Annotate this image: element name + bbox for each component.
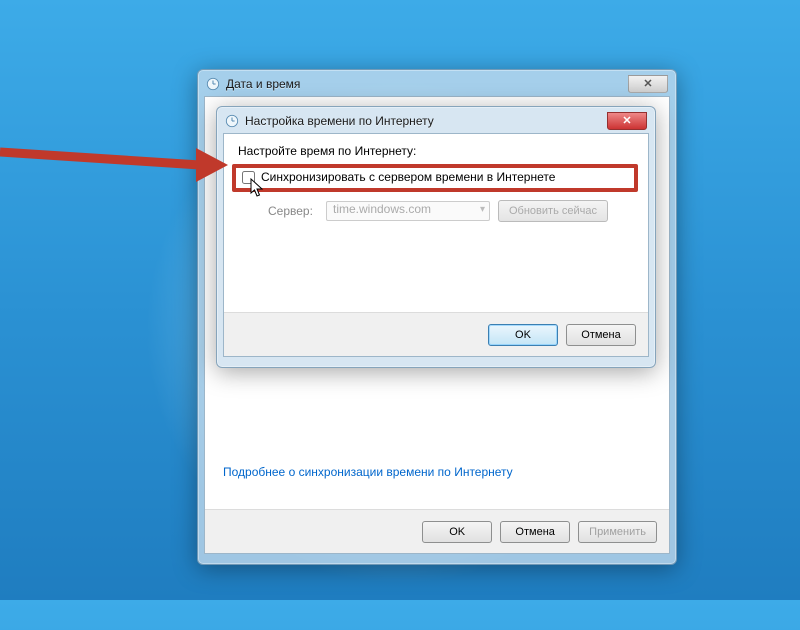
parent-titlebar[interactable]: Дата и время ✕: [204, 76, 670, 96]
dialog-title: Настройка времени по Интернету: [245, 114, 601, 128]
parent-ok-button[interactable]: OK: [422, 521, 492, 543]
dialog-ok-button[interactable]: OK: [488, 324, 558, 346]
dialog-button-bar: OK Отмена: [224, 312, 648, 356]
sync-checkbox-label: Синхронизировать с сервером времени в Ин…: [261, 170, 555, 184]
parent-title: Дата и время: [226, 77, 622, 91]
clock-icon: [206, 77, 220, 91]
clock-icon: [225, 114, 239, 128]
server-label: Сервер:: [268, 204, 318, 218]
close-icon: ✕: [643, 79, 652, 90]
dialog-cancel-button[interactable]: Отмена: [566, 324, 636, 346]
parent-close-button[interactable]: ✕: [628, 75, 668, 93]
dialog-titlebar[interactable]: Настройка времени по Интернету ✕: [223, 113, 649, 133]
parent-apply-button[interactable]: Применить: [578, 521, 657, 543]
close-icon: ✕: [622, 116, 631, 127]
update-now-button[interactable]: Обновить сейчас: [498, 200, 608, 222]
parent-cancel-button[interactable]: Отмена: [500, 521, 570, 543]
sync-help-link[interactable]: Подробнее о синхронизации времени по Инт…: [223, 465, 513, 479]
server-row: Сервер: time.windows.com Обновить сейчас: [268, 200, 608, 222]
dialog-instruction: Настройте время по Интернету:: [238, 144, 416, 158]
internet-time-settings-dialog: Настройка времени по Интернету ✕ Настрой…: [216, 106, 656, 368]
dialog-client-area: Настройте время по Интернету: Синхронизи…: [223, 133, 649, 357]
dialog-close-button[interactable]: ✕: [607, 112, 647, 130]
server-dropdown[interactable]: time.windows.com: [326, 201, 490, 221]
sync-checkbox-row[interactable]: Синхронизировать с сервером времени в Ин…: [242, 170, 555, 184]
parent-button-bar: OK Отмена Применить: [205, 509, 669, 553]
sync-checkbox[interactable]: [242, 171, 255, 184]
